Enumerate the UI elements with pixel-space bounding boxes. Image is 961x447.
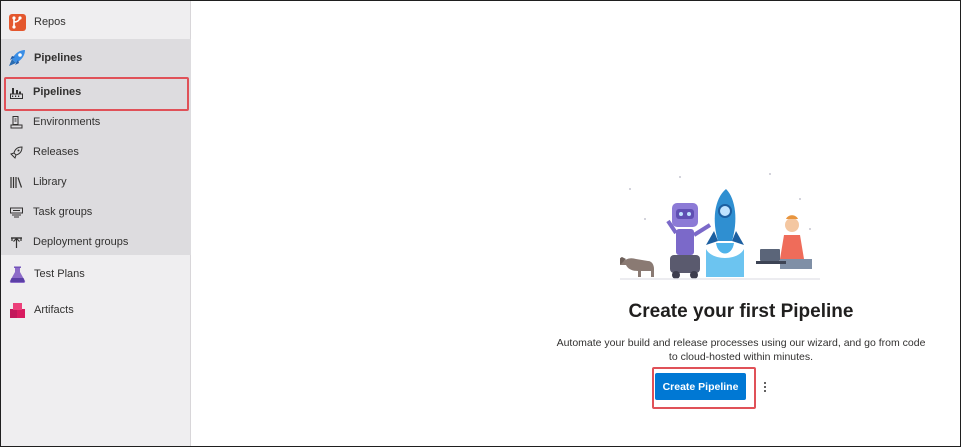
task-groups-icon — [9, 205, 23, 219]
nav-environments[interactable]: Environments — [1, 107, 191, 137]
nav-artifacts-label: Artifacts — [34, 304, 74, 316]
more-vertical-icon[interactable] — [760, 377, 770, 397]
nav-releases-label: Releases — [33, 146, 79, 158]
pipelines-icon — [8, 49, 26, 67]
nav-releases[interactable]: Releases — [1, 137, 191, 167]
nav-test-plans-label: Test Plans — [34, 268, 85, 280]
artifacts-icon — [8, 301, 26, 319]
create-pipeline-button[interactable]: Create Pipeline — [655, 373, 746, 400]
selection-highlight — [4, 77, 189, 111]
page-description: Automate your build and release processe… — [532, 336, 950, 364]
nav-artifacts[interactable]: Artifacts — [1, 295, 191, 325]
main-content: Create your first Pipeline Automate your… — [192, 1, 960, 446]
left-navigation: Repos Pipelines Pipelines Environments R… — [1, 1, 191, 446]
nav-repos[interactable]: Repos — [1, 7, 191, 37]
nav-task-groups[interactable]: Task groups — [1, 197, 191, 227]
nav-pipelines-group[interactable]: Pipelines — [1, 43, 191, 73]
nav-library[interactable]: Library — [1, 167, 191, 197]
repos-icon — [8, 13, 26, 31]
pipeline-illustration — [620, 173, 820, 280]
deployment-groups-icon — [9, 235, 23, 249]
nav-deployment-groups-label: Deployment groups — [33, 236, 129, 248]
nav-test-plans[interactable]: Test Plans — [1, 259, 191, 289]
library-icon — [9, 175, 23, 189]
environments-icon — [9, 115, 23, 129]
description-line-1: Automate your build and release processe… — [556, 337, 926, 349]
nav-pipelines-group-label: Pipelines — [34, 52, 83, 64]
flask-icon — [8, 265, 26, 283]
nav-library-label: Library — [33, 176, 67, 188]
rocket-icon — [9, 145, 23, 159]
description-line-2: to cloud-hosted within minutes. — [668, 351, 814, 363]
nav-environments-label: Environments — [33, 116, 101, 128]
nav-repos-label: Repos — [34, 16, 66, 28]
nav-deployment-groups[interactable]: Deployment groups — [1, 227, 191, 257]
page-title: Create your first Pipeline — [628, 301, 854, 322]
nav-task-groups-label: Task groups — [33, 206, 93, 218]
